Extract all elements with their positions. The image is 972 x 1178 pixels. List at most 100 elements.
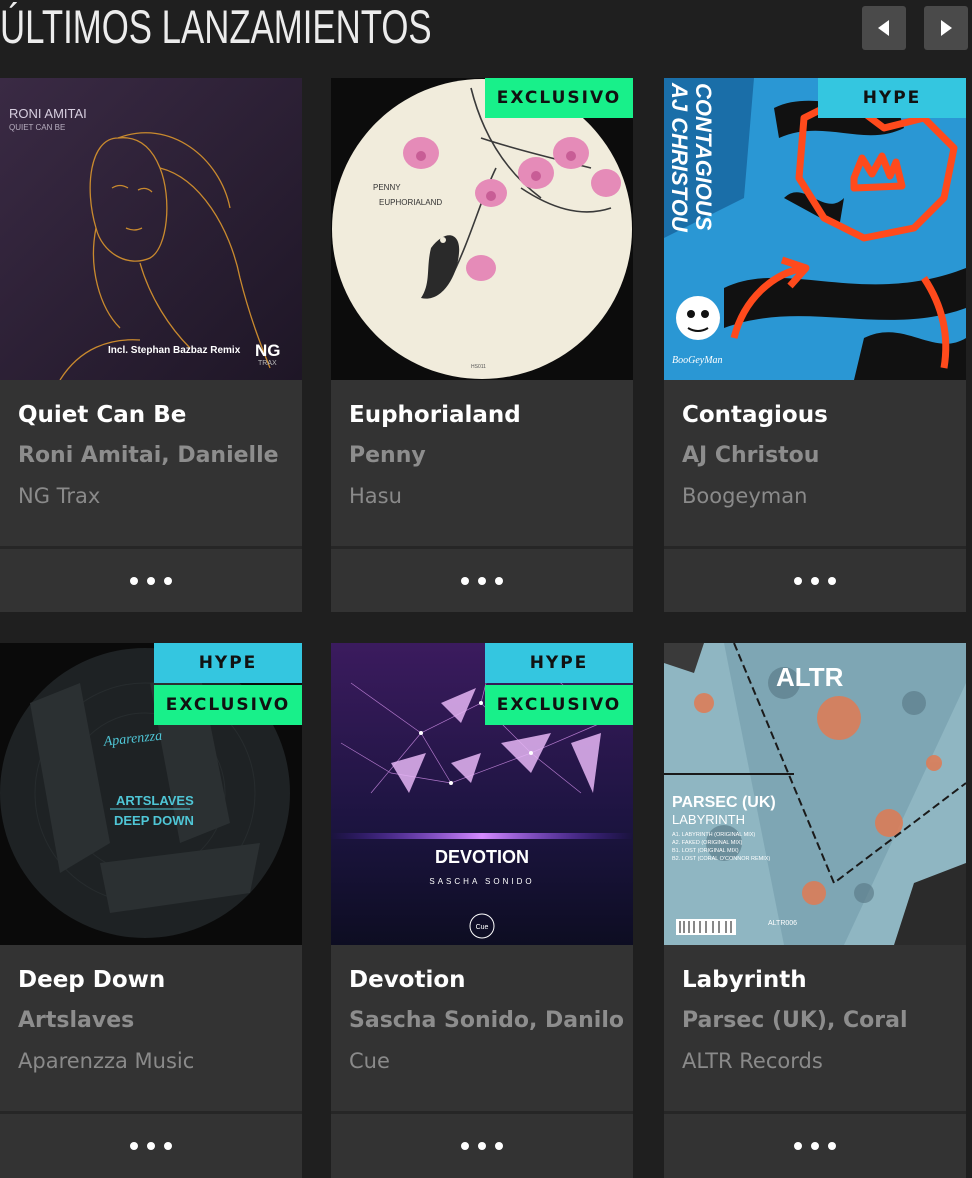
cover-art-image: ALTR PARSEC (UK) LABYRINTH A1. LABYRINTH… (664, 643, 966, 945)
cover-art-image: AJ CHRISTOU CONTAGIOUS BooGeyMan (664, 78, 966, 380)
section-header: ÚLTIMOS LANZAMIENTOS (0, 0, 972, 62)
more-dots-icon (794, 1141, 802, 1150)
release-info: Devotion Sascha Sonido, Danilo Cue (331, 945, 633, 1111)
svg-text:Incl. Stephan Bazbaz Remix: Incl. Stephan Bazbaz Remix (108, 345, 241, 356)
release-title[interactable]: Contagious (682, 402, 828, 428)
svg-text:DEVOTION: DEVOTION (435, 847, 529, 867)
release-card[interactable]: RONI AMITAI QUIET CAN BE Incl. Stephan B… (0, 78, 302, 612)
svg-text:ARTSLAVES: ARTSLAVES (116, 793, 194, 808)
cover-art-image: RONI AMITAI QUIET CAN BE Incl. Stephan B… (0, 78, 302, 380)
exclusive-badge: EXCLUSIVO (485, 78, 633, 118)
svg-text:ALTR: ALTR (776, 662, 844, 692)
svg-text:RONI AMITAI: RONI AMITAI (9, 106, 87, 121)
release-label[interactable]: Hasu (349, 484, 402, 508)
release-label[interactable]: Boogeyman (682, 484, 807, 508)
svg-text:DEEP DOWN: DEEP DOWN (114, 813, 194, 828)
next-button[interactable] (924, 6, 968, 50)
svg-text:SASCHA SONIDO: SASCHA SONIDO (429, 877, 534, 886)
release-label[interactable]: ALTR Records (682, 1049, 823, 1073)
svg-text:HS011: HS011 (471, 364, 486, 370)
release-card[interactable]: AJ CHRISTOU CONTAGIOUS BooGeyMan HYPE Co… (664, 78, 966, 612)
svg-text:PARSEC (UK): PARSEC (UK) (672, 794, 776, 811)
cover-art-image: PENNY EUPHORIALAND HS011 (331, 78, 633, 380)
more-dots-icon (147, 576, 155, 585)
more-dots-icon (811, 576, 819, 585)
svg-text:A1. LABYRINTH (ORIGINAL MIX): A1. LABYRINTH (ORIGINAL MIX) (672, 832, 755, 838)
cover-art[interactable]: ALTR PARSEC (UK) LABYRINTH A1. LABYRINTH… (664, 643, 966, 945)
svg-text:LABYRINTH: LABYRINTH (672, 812, 745, 827)
cover-art[interactable]: PENNY EUPHORIALAND HS011 EXCLUSIVO (331, 78, 633, 380)
more-dots-icon (495, 1141, 503, 1150)
exclusive-badge: EXCLUSIVO (154, 685, 302, 725)
cover-art[interactable]: RONI AMITAI QUIET CAN BE Incl. Stephan B… (0, 78, 302, 380)
hype-badge: HYPE (818, 78, 966, 118)
release-label[interactable]: Aparenzza Music (18, 1049, 194, 1073)
release-card[interactable]: ALTR PARSEC (UK) LABYRINTH A1. LABYRINTH… (664, 643, 966, 1178)
more-dots-icon (130, 1141, 138, 1150)
svg-text:CONTAGIOUS: CONTAGIOUS (691, 83, 716, 231)
caret-left-icon (878, 20, 889, 36)
svg-text:B1. LOST (ORIGINAL MIX): B1. LOST (ORIGINAL MIX) (672, 848, 739, 854)
more-dots-icon (147, 1141, 155, 1150)
section-title: ÚLTIMOS LANZAMIENTOS (0, 0, 432, 53)
svg-text:NG: NG (255, 341, 281, 360)
cover-art[interactable]: AJ CHRISTOU CONTAGIOUS BooGeyMan HYPE (664, 78, 966, 380)
release-artists[interactable]: Penny (349, 443, 629, 468)
svg-text:QUIET CAN BE: QUIET CAN BE (9, 123, 65, 132)
release-title[interactable]: Quiet Can Be (18, 402, 186, 428)
svg-text:B2. LOST (CORAL O'CONNOR REMIX: B2. LOST (CORAL O'CONNOR REMIX) (672, 856, 770, 862)
svg-text:ALTR006: ALTR006 (768, 920, 797, 927)
svg-text:PENNY: PENNY (373, 183, 401, 192)
more-dots-icon (794, 576, 802, 585)
release-label[interactable]: Cue (349, 1049, 390, 1073)
hype-badge: HYPE (485, 643, 633, 683)
more-options-button[interactable] (0, 1114, 302, 1177)
release-card[interactable]: PENNY EUPHORIALAND HS011 EXCLUSIVO Eupho… (331, 78, 633, 612)
release-info: Labyrinth Parsec (UK), Coral ALTR Record… (664, 945, 966, 1111)
release-label[interactable]: NG Trax (18, 484, 100, 508)
more-dots-icon (164, 576, 172, 585)
release-card[interactable]: Aparenzza ARTSLAVES DEEP DOWN HYPE EXCLU… (0, 643, 302, 1178)
release-artists[interactable]: Roni Amitai, Danielle (18, 443, 298, 468)
more-dots-icon (495, 576, 503, 585)
cover-art[interactable]: Aparenzza ARTSLAVES DEEP DOWN HYPE EXCLU… (0, 643, 302, 945)
exclusive-badge: EXCLUSIVO (485, 685, 633, 725)
release-title[interactable]: Labyrinth (682, 967, 807, 993)
more-options-button[interactable] (664, 549, 966, 612)
release-title[interactable]: Euphorialand (349, 402, 521, 428)
release-info: Deep Down Artslaves Aparenzza Music (0, 945, 302, 1111)
release-artists[interactable]: AJ Christou (682, 443, 962, 468)
more-dots-icon (478, 576, 486, 585)
more-dots-icon (461, 1141, 469, 1150)
more-options-button[interactable] (664, 1114, 966, 1177)
release-info: Contagious AJ Christou Boogeyman (664, 380, 966, 546)
more-dots-icon (164, 1141, 172, 1150)
release-artists[interactable]: Artslaves (18, 1008, 298, 1033)
release-artists[interactable]: Sascha Sonido, Danilo (349, 1008, 629, 1033)
release-info: Quiet Can Be Roni Amitai, Danielle NG Tr… (0, 380, 302, 546)
cover-art[interactable]: DEVOTION SASCHA SONIDO Cue HYPE EXCLUSIV… (331, 643, 633, 945)
caret-right-icon (941, 20, 952, 36)
more-options-button[interactable] (0, 549, 302, 612)
more-dots-icon (461, 576, 469, 585)
svg-text:A2. FAKED (ORIGINAL MIX): A2. FAKED (ORIGINAL MIX) (672, 840, 743, 846)
more-dots-icon (478, 1141, 486, 1150)
release-info: Euphorialand Penny Hasu (331, 380, 633, 546)
release-title[interactable]: Deep Down (18, 967, 165, 993)
hype-badge: HYPE (154, 643, 302, 683)
svg-text:Cue: Cue (476, 924, 489, 931)
more-dots-icon (828, 1141, 836, 1150)
previous-button[interactable] (862, 6, 906, 50)
svg-text:AJ CHRISTOU: AJ CHRISTOU (667, 82, 692, 233)
release-artists[interactable]: Parsec (UK), Coral (682, 1008, 962, 1033)
more-dots-icon (811, 1141, 819, 1150)
more-dots-icon (828, 576, 836, 585)
svg-text:BooGeyMan: BooGeyMan (672, 355, 723, 366)
more-options-button[interactable] (331, 549, 633, 612)
svg-text:TRAX: TRAX (258, 360, 277, 367)
more-options-button[interactable] (331, 1114, 633, 1177)
release-card[interactable]: DEVOTION SASCHA SONIDO Cue HYPE EXCLUSIV… (331, 643, 633, 1178)
release-title[interactable]: Devotion (349, 967, 466, 993)
more-dots-icon (130, 576, 138, 585)
svg-text:EUPHORIALAND: EUPHORIALAND (379, 198, 442, 207)
